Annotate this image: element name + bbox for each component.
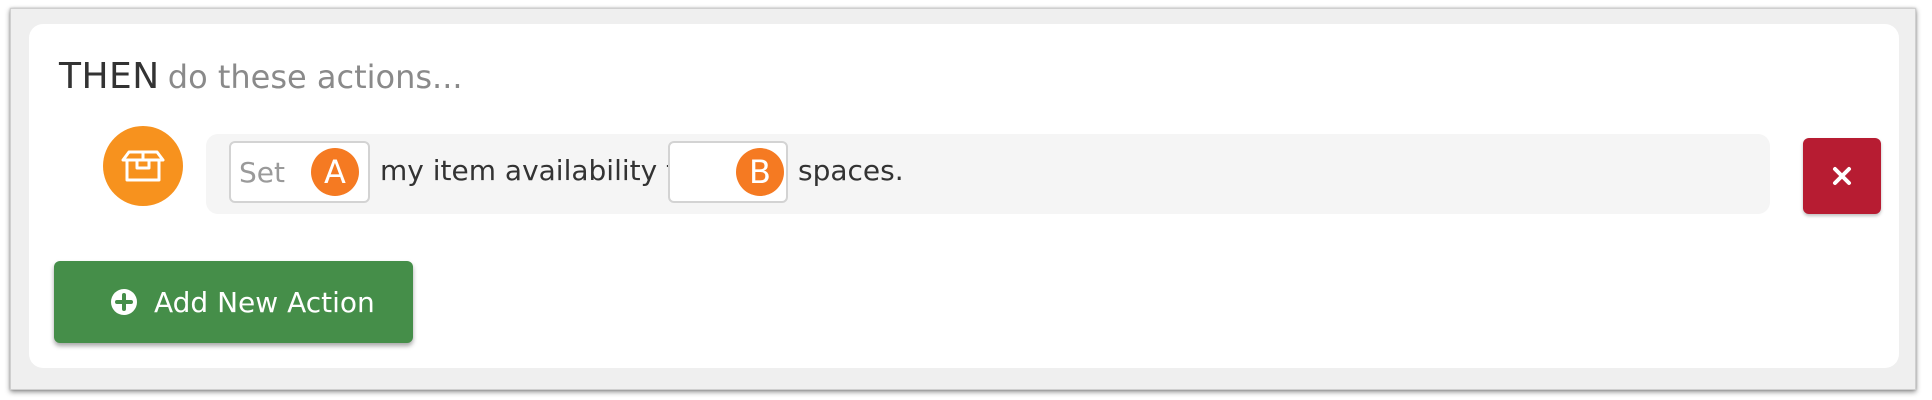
add-new-action-button[interactable]: Add New Action <box>54 261 413 343</box>
action-row: Set A my item availability to B spaces. <box>206 134 1770 214</box>
add-new-action-label: Add New Action <box>154 285 375 319</box>
action-text-end: spaces. <box>798 154 904 187</box>
marker-a: A <box>311 148 359 196</box>
section-subtitle: do these actions... <box>167 58 463 96</box>
marker-b: B <box>736 148 784 196</box>
section-title: THEN <box>59 56 160 97</box>
then-actions-panel: THEN do these actions... Set A my item av… <box>29 24 1899 368</box>
close-icon <box>1833 167 1851 185</box>
set-action-field[interactable]: Set A <box>229 141 370 203</box>
app-frame: THEN do these actions... Set A my item av… <box>10 8 1916 390</box>
section-heading: THEN do these actions... <box>59 56 463 97</box>
box-icon <box>103 126 183 206</box>
plus-circle-icon <box>111 289 137 315</box>
set-action-placeholder: Set <box>239 156 285 189</box>
delete-action-button[interactable] <box>1803 138 1881 214</box>
spaces-value-field[interactable]: B <box>668 141 788 203</box>
action-text-middle: my item availability to <box>380 154 695 187</box>
